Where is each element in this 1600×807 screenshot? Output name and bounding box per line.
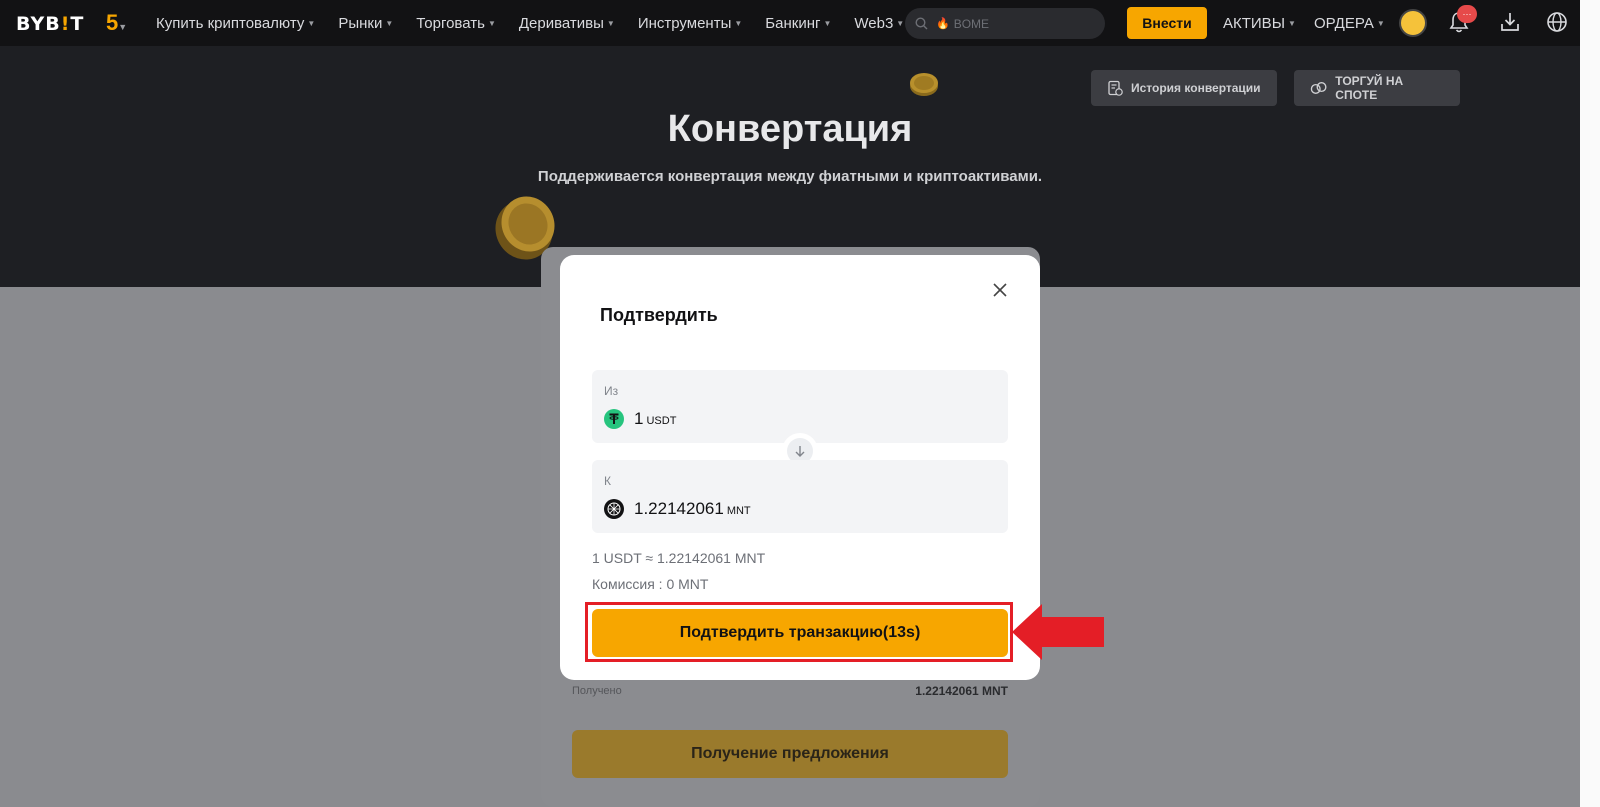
close-icon[interactable] bbox=[992, 282, 1008, 298]
highlight-box bbox=[585, 602, 1013, 662]
dialog-title: Подтвердить bbox=[600, 305, 718, 325]
from-unit: USDT bbox=[646, 414, 677, 427]
pointer-arrow-icon bbox=[1012, 604, 1104, 660]
exchange-rate: 1 USDT ≈ 1.22142061 MNT bbox=[592, 550, 766, 566]
to-label: К bbox=[604, 474, 611, 488]
arrow-down-icon bbox=[795, 446, 805, 457]
mnt-icon bbox=[604, 499, 624, 519]
to-unit: MNT bbox=[726, 504, 751, 517]
from-amount: 1 bbox=[634, 409, 644, 428]
to-amount: 1.22142061 bbox=[634, 499, 724, 518]
page-scrollbar[interactable] bbox=[1580, 0, 1600, 807]
fee-info: Комиссия : 0 MNT bbox=[592, 576, 709, 592]
usdt-icon bbox=[604, 409, 624, 429]
from-label: Из bbox=[604, 384, 619, 398]
to-field: К 1.22142061 MNT bbox=[592, 460, 1008, 533]
